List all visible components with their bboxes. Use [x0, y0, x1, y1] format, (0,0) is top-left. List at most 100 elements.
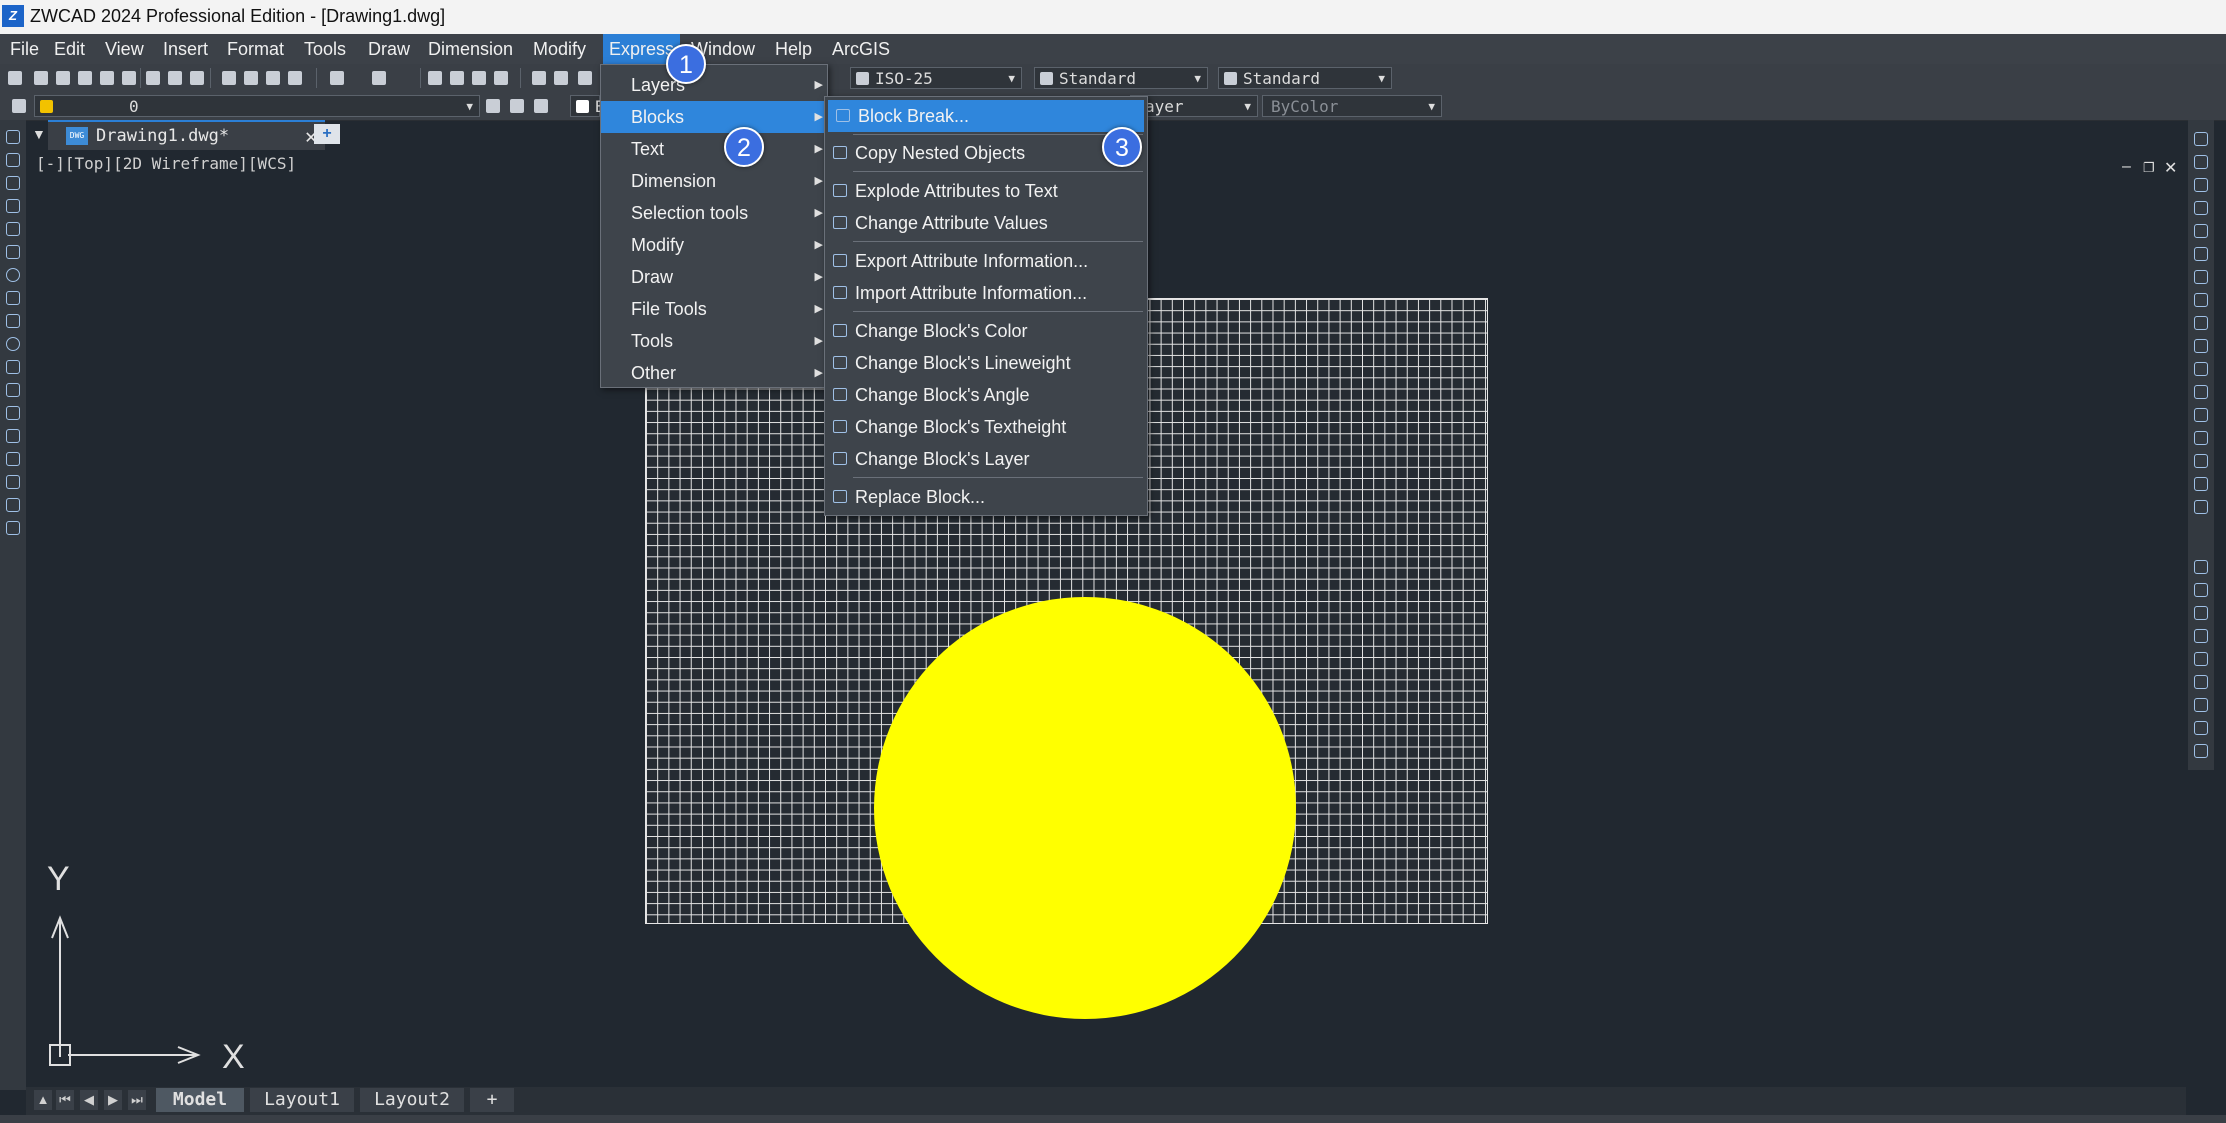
viewport-minimize-icon[interactable]: –	[2122, 158, 2131, 176]
menu-help[interactable]: Help	[769, 34, 818, 64]
layer-previous-icon[interactable]	[510, 99, 524, 113]
new-file-icon[interactable]	[34, 71, 48, 85]
menu-item-explode-attributes[interactable]: Explode Attributes to Text	[825, 175, 1147, 207]
rotate-icon[interactable]	[2194, 270, 2208, 284]
array-icon[interactable]	[2194, 224, 2208, 238]
break-icon[interactable]	[2194, 385, 2208, 399]
draw-order-front-icon[interactable]	[2194, 560, 2208, 574]
save-as-icon[interactable]	[100, 71, 114, 85]
menu-draw[interactable]: Draw	[362, 34, 416, 64]
express-item-modify[interactable]: Modify ▶	[601, 229, 827, 261]
revision-cloud-icon[interactable]	[6, 291, 20, 305]
viewport-close-icon[interactable]: ✕	[2164, 158, 2177, 178]
plot-icon[interactable]	[190, 71, 204, 85]
tab-layout2[interactable]: Layout2	[360, 1088, 464, 1112]
point-icon[interactable]	[6, 429, 20, 443]
menu-edit[interactable]: Edit	[48, 34, 91, 64]
menu-dimension[interactable]: Dimension	[422, 34, 519, 64]
stretch-icon[interactable]	[2194, 316, 2208, 330]
menu-format[interactable]: Format	[221, 34, 290, 64]
print-preview-icon[interactable]	[168, 71, 182, 85]
menu-item-import-attribute-info[interactable]: Import Attribute Information...	[825, 277, 1147, 309]
menu-tools[interactable]: Tools	[298, 34, 352, 64]
undo-icon[interactable]	[330, 71, 344, 85]
cut-icon[interactable]	[222, 71, 236, 85]
express-item-draw[interactable]: Draw ▶	[601, 261, 827, 293]
menu-item-change-block-lineweight[interactable]: Change Block's Lineweight	[825, 347, 1147, 379]
explode-icon[interactable]	[2194, 477, 2208, 491]
menu-item-replace-block[interactable]: Replace Block...	[825, 481, 1147, 513]
insert-block-icon[interactable]	[6, 383, 20, 397]
all-annotations-front-icon[interactable]	[2194, 744, 2208, 758]
menu-item-copy-nested-objects[interactable]: Copy Nested Objects	[825, 137, 1147, 169]
text-to-front-icon[interactable]	[2194, 652, 2208, 666]
express-item-selection-tools[interactable]: Selection tools ▶	[601, 197, 827, 229]
move-icon[interactable]	[2194, 247, 2208, 261]
join-icon[interactable]	[2194, 408, 2208, 422]
tab-drawing1[interactable]: DWG Drawing1.dwg* ✕	[48, 120, 325, 150]
region-icon[interactable]	[6, 475, 20, 489]
table-icon[interactable]	[6, 498, 20, 512]
layer-states-icon[interactable]	[534, 99, 548, 113]
tab-list-chevron-icon[interactable]: ▼	[32, 126, 46, 142]
add-layout-tab[interactable]: +	[470, 1088, 514, 1112]
menu-item-change-block-angle[interactable]: Change Block's Angle	[825, 379, 1147, 411]
express-item-text[interactable]: Text ▶	[601, 133, 827, 165]
menu-item-change-block-layer[interactable]: Change Block's Layer	[825, 443, 1147, 475]
circle-icon[interactable]	[6, 268, 20, 282]
copy-icon[interactable]	[244, 71, 258, 85]
line-icon[interactable]	[6, 130, 20, 144]
arc-icon[interactable]	[6, 245, 20, 259]
color-select[interactable]: B	[570, 95, 605, 117]
publish-icon[interactable]	[122, 71, 136, 85]
express-item-layers[interactable]: Layers ▶	[601, 69, 827, 101]
offset-icon[interactable]	[2194, 201, 2208, 215]
scroll-up-icon[interactable]: ▲	[34, 1090, 52, 1110]
viewport-restore-icon[interactable]: ❐	[2143, 160, 2155, 176]
menu-item-change-block-color[interactable]: Change Block's Color	[825, 315, 1147, 347]
ellipse-icon[interactable]	[6, 337, 20, 351]
last-tab-icon[interactable]: ⏭	[128, 1090, 146, 1110]
first-tab-icon[interactable]: ⏮	[56, 1090, 74, 1110]
mleaderstyle-select[interactable]: Standard ▼	[1218, 67, 1392, 89]
express-item-blocks[interactable]: Blocks ▶	[601, 101, 827, 133]
layer-manager-icon[interactable]	[12, 99, 26, 113]
menu-item-export-attribute-info[interactable]: Export Attribute Information...	[825, 245, 1147, 277]
zoom-window-icon[interactable]	[472, 71, 486, 85]
menu-modify[interactable]: Modify	[527, 34, 592, 64]
pan-icon[interactable]	[428, 71, 442, 85]
hatch-icon[interactable]	[6, 452, 20, 466]
properties-icon[interactable]	[532, 71, 546, 85]
tab-layout1[interactable]: Layout1	[250, 1088, 354, 1112]
new-tab-icon[interactable]: +	[314, 124, 340, 144]
match-properties-icon[interactable]	[288, 71, 302, 85]
mirror-icon[interactable]	[2194, 178, 2208, 192]
lineweight-select[interactable]: ByColor ▼	[1262, 95, 1442, 117]
tablestyle-select[interactable]: Standard ▼	[1034, 67, 1208, 89]
chamfer-icon[interactable]	[2194, 431, 2208, 445]
prev-tab-icon[interactable]: ◀	[80, 1090, 98, 1110]
rectangle-icon[interactable]	[6, 222, 20, 236]
menu-item-change-block-textheight[interactable]: Change Block's Textheight	[825, 411, 1147, 443]
design-center-icon[interactable]	[554, 71, 568, 85]
scale-icon[interactable]	[2194, 293, 2208, 307]
zoom-previous-icon[interactable]	[494, 71, 508, 85]
menu-view[interactable]: View	[99, 34, 150, 64]
redo-icon[interactable]	[372, 71, 386, 85]
menu-insert[interactable]: Insert	[157, 34, 214, 64]
paste-icon[interactable]	[266, 71, 280, 85]
express-item-other[interactable]: Other ▶	[601, 357, 827, 389]
copy-object-icon[interactable]	[2194, 155, 2208, 169]
dim-to-front-icon[interactable]	[2194, 675, 2208, 689]
menu-item-change-attribute-values[interactable]: Change Attribute Values	[825, 207, 1147, 239]
extend-icon[interactable]	[2194, 362, 2208, 376]
menu-file[interactable]: File	[4, 34, 45, 64]
erase-icon[interactable]	[2194, 132, 2208, 146]
draw-order-back-icon[interactable]	[2194, 583, 2208, 597]
print-icon[interactable]	[146, 71, 160, 85]
trim-icon[interactable]	[2194, 339, 2208, 353]
save-icon[interactable]	[78, 71, 92, 85]
tab-model[interactable]: Model	[156, 1088, 244, 1112]
linetype-select[interactable]: ayer ▼	[1130, 95, 1258, 117]
send-under-icon[interactable]	[2194, 629, 2208, 643]
